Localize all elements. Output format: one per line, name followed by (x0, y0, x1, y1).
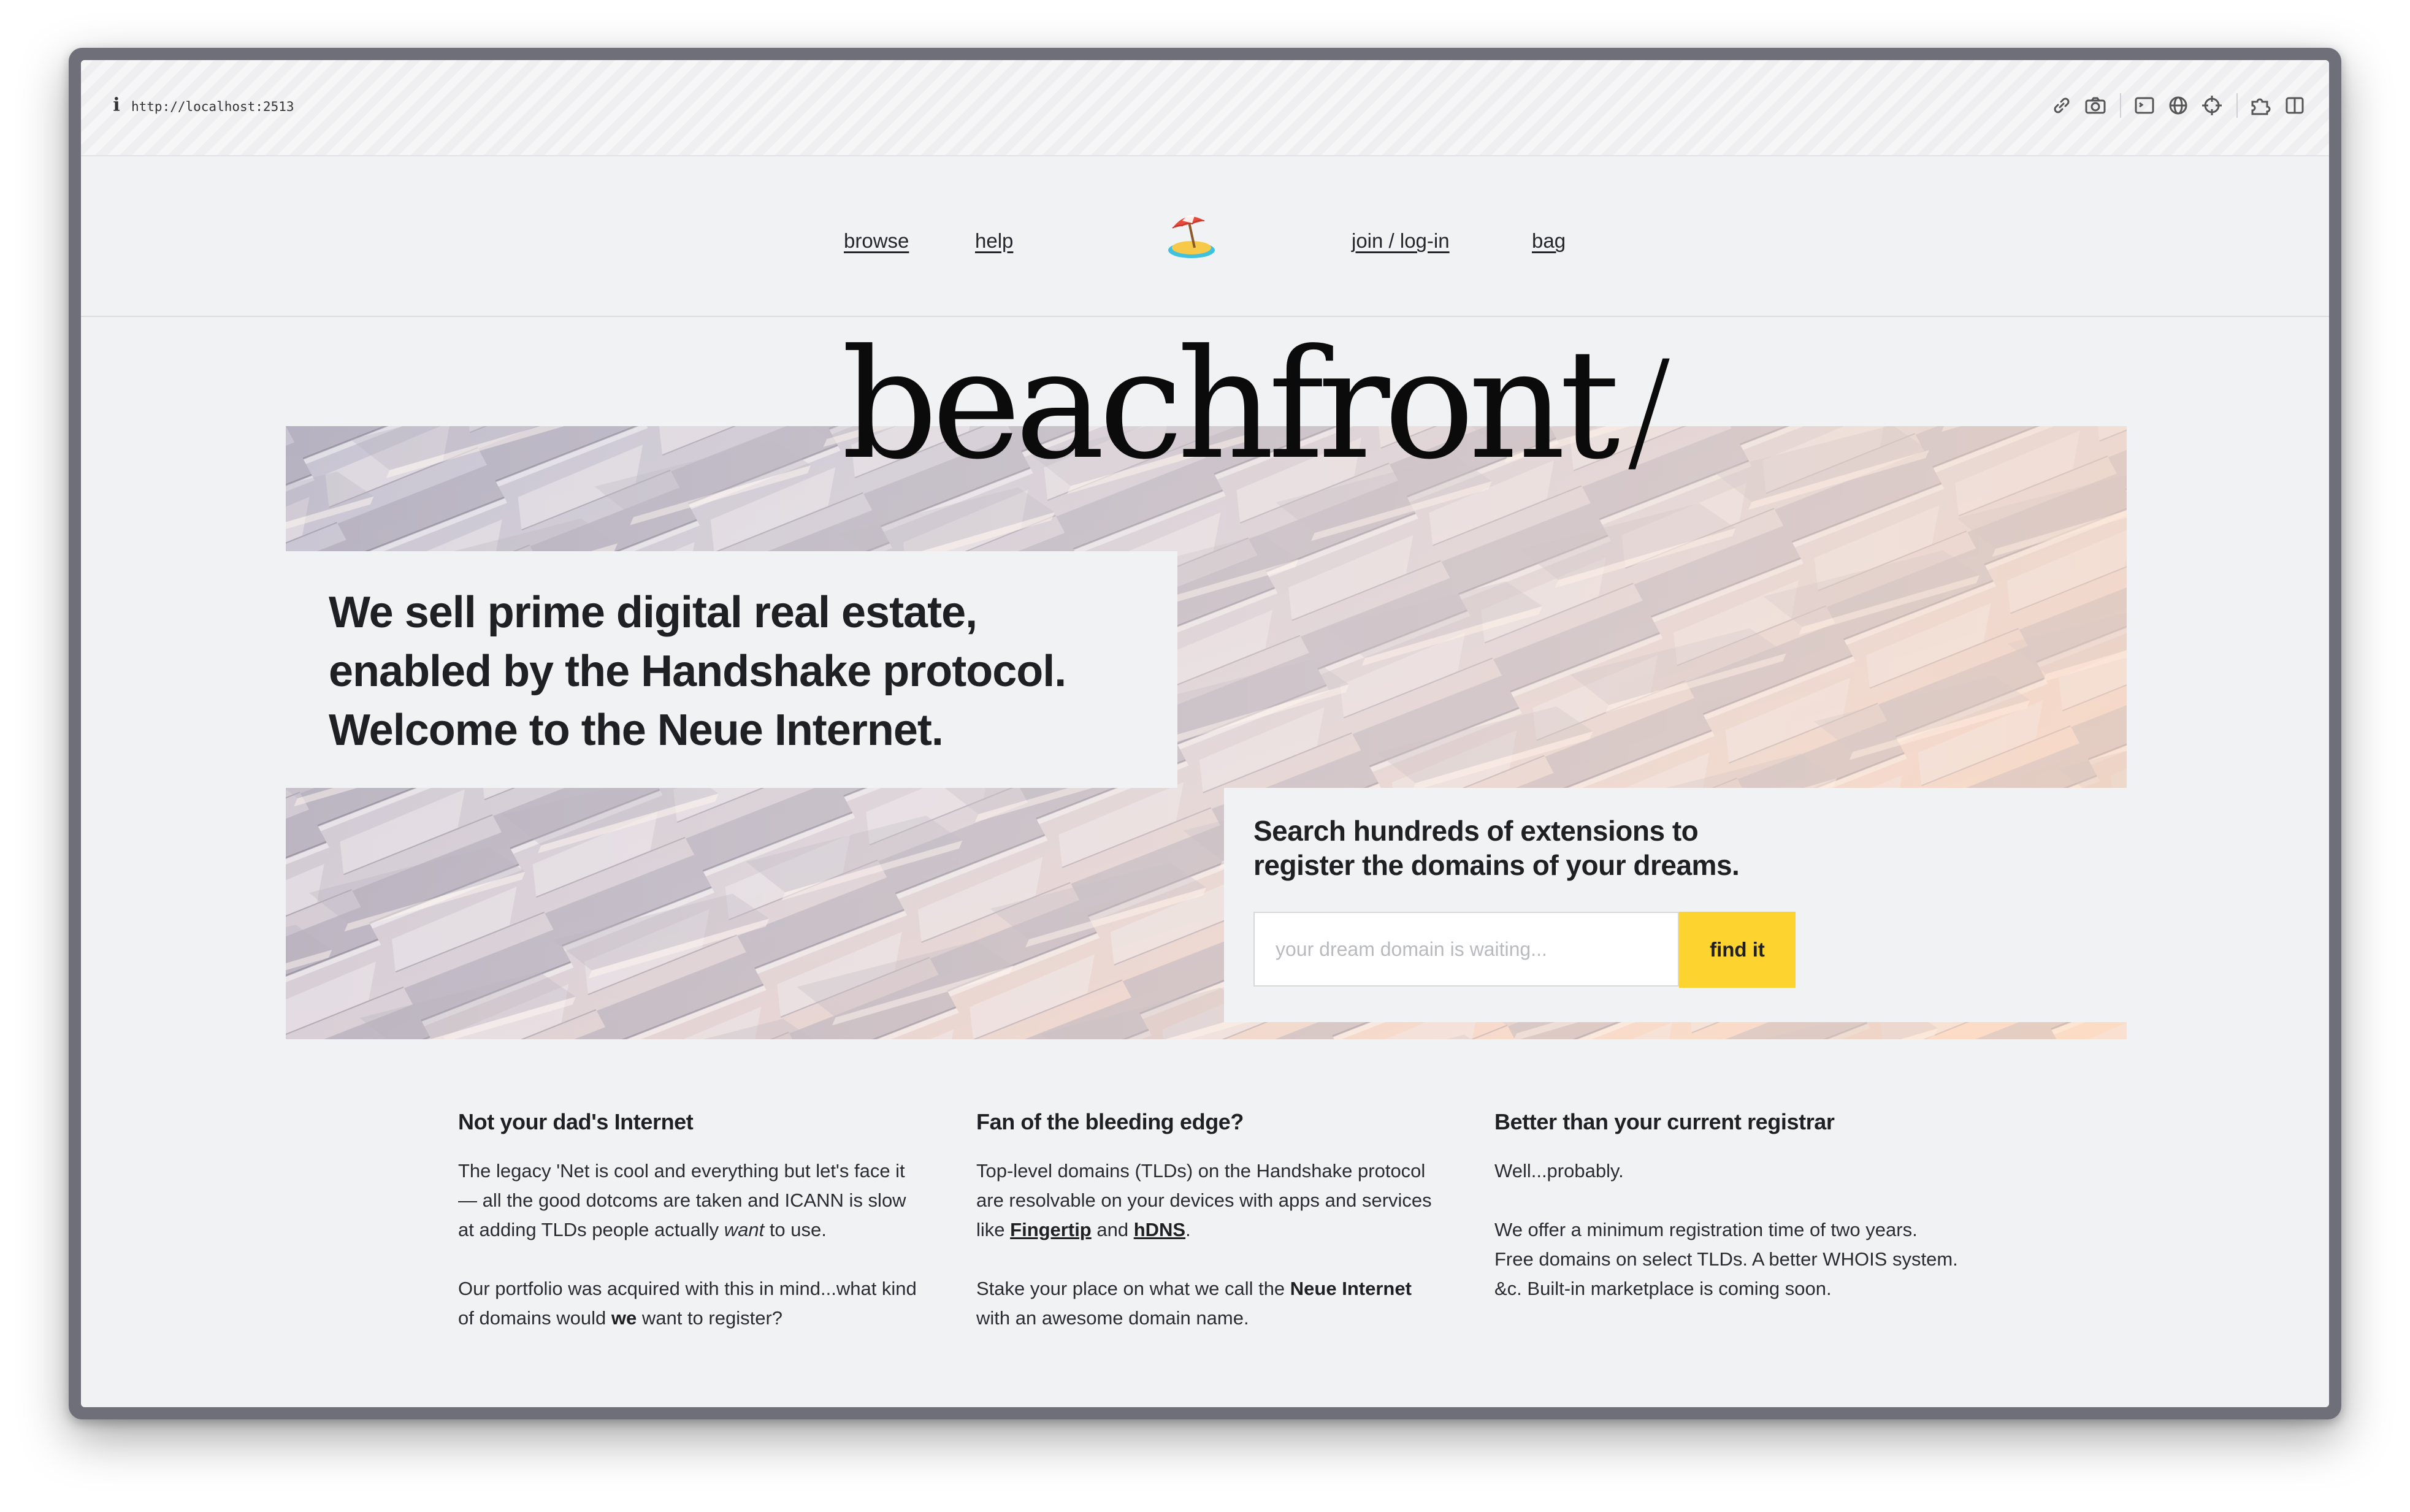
browser-viewport: i http://localhost:2513 browse help join… (81, 60, 2329, 1407)
tagline-line-2: enabled by the Handshake protocol. (329, 647, 1066, 696)
feature-paragraph: We offer a minimum registration time of … (1494, 1219, 1958, 1299)
extension-icon[interactable] (2249, 93, 2273, 118)
feature-paragraph: Well...probably. (1494, 1160, 1624, 1182)
link-icon[interactable] (2049, 93, 2074, 118)
tagline-line-1: We sell prime digital real estate, (329, 588, 977, 637)
search-heading: Search hundreds of extensions to registe… (1253, 814, 2112, 882)
nav-help-link[interactable]: help (975, 229, 1013, 253)
hero-tagline: We sell prime digital real estate, enabl… (329, 583, 1175, 760)
feature-title: Fan of the bleeding edge? (976, 1109, 1244, 1134)
feature-text: want to register? (637, 1307, 783, 1329)
search-heading-line-2: register the domains of your dreams. (1253, 849, 1740, 881)
feature-title: Not your dad's Internet (458, 1109, 694, 1134)
tagline-panel: We sell prime digital real estate, enabl… (286, 551, 1177, 788)
browser-window: i http://localhost:2513 browse help join… (69, 48, 2341, 1419)
feature-column-bleeding-edge: Fan of the bleeding edge? Top-level doma… (976, 1109, 1442, 1333)
nav-join-login-link[interactable]: join / log-in (1352, 229, 1450, 253)
feature-text: with an awesome domain name. (976, 1307, 1249, 1329)
terminal-icon[interactable] (2132, 93, 2157, 118)
brand-wordmark: beachfront/ (841, 304, 1672, 506)
feature-text: to use. (764, 1219, 827, 1240)
feature-column-registrar: Better than your current registrar Well.… (1494, 1109, 1961, 1304)
nav-browse-link[interactable]: browse (844, 229, 909, 253)
hdns-link[interactable]: hDNS (1134, 1219, 1185, 1240)
feature-emphasis: want (724, 1219, 765, 1240)
search-heading-line-1: Search hundreds of extensions to (1253, 815, 1699, 847)
brand-wordmark-text: beachfront (841, 318, 1620, 493)
browser-address-bar: i http://localhost:2513 (81, 60, 2329, 156)
feature-title: Better than your current registrar (1494, 1109, 1835, 1134)
tagline-line-3: Welcome to the Neue Internet. (329, 706, 944, 755)
url-text[interactable]: http://localhost:2513 (131, 94, 294, 119)
sidebar-icon[interactable] (2282, 93, 2307, 118)
brand-wordmark-slash: / (1626, 332, 1672, 489)
feature-column-dads-internet: Not your dad's Internet The legacy 'Net … (458, 1109, 924, 1333)
globe-icon[interactable] (2166, 93, 2190, 118)
crosshair-icon[interactable] (2200, 93, 2224, 118)
feature-text: Stake your place on what we call the (976, 1278, 1290, 1299)
nav-bag-link[interactable]: bag (1532, 229, 1566, 253)
toolbar-divider (2236, 93, 2238, 118)
beach-umbrella-icon[interactable] (1164, 207, 1219, 262)
feature-paragraph: Our portfolio was acquired with this in … (458, 1274, 924, 1333)
feature-paragraph: Top-level domains (TLDs) on the Handshak… (976, 1156, 1442, 1245)
feature-paragraph: The legacy 'Net is cool and everything b… (458, 1156, 924, 1245)
toolbar-divider (2120, 93, 2121, 118)
domain-search-panel: Search hundreds of extensions to registe… (1224, 788, 2127, 1022)
find-it-button[interactable]: find it (1679, 912, 1796, 988)
domain-search-input[interactable] (1253, 912, 1679, 987)
camera-icon[interactable] (2083, 93, 2108, 118)
info-icon[interactable]: i (104, 93, 129, 118)
fingertip-link[interactable]: Fingertip (1010, 1219, 1092, 1240)
feature-strong: we (611, 1307, 637, 1329)
feature-paragraph: Stake your place on what we call the Neu… (976, 1274, 1442, 1333)
feature-strong: Neue Internet (1290, 1278, 1412, 1299)
site-navigation: browse help join / log-in bag (81, 155, 2329, 317)
feature-text: and (1091, 1219, 1134, 1240)
feature-text: . (1185, 1219, 1191, 1240)
feature-text: The legacy 'Net is cool and everything b… (458, 1160, 906, 1240)
